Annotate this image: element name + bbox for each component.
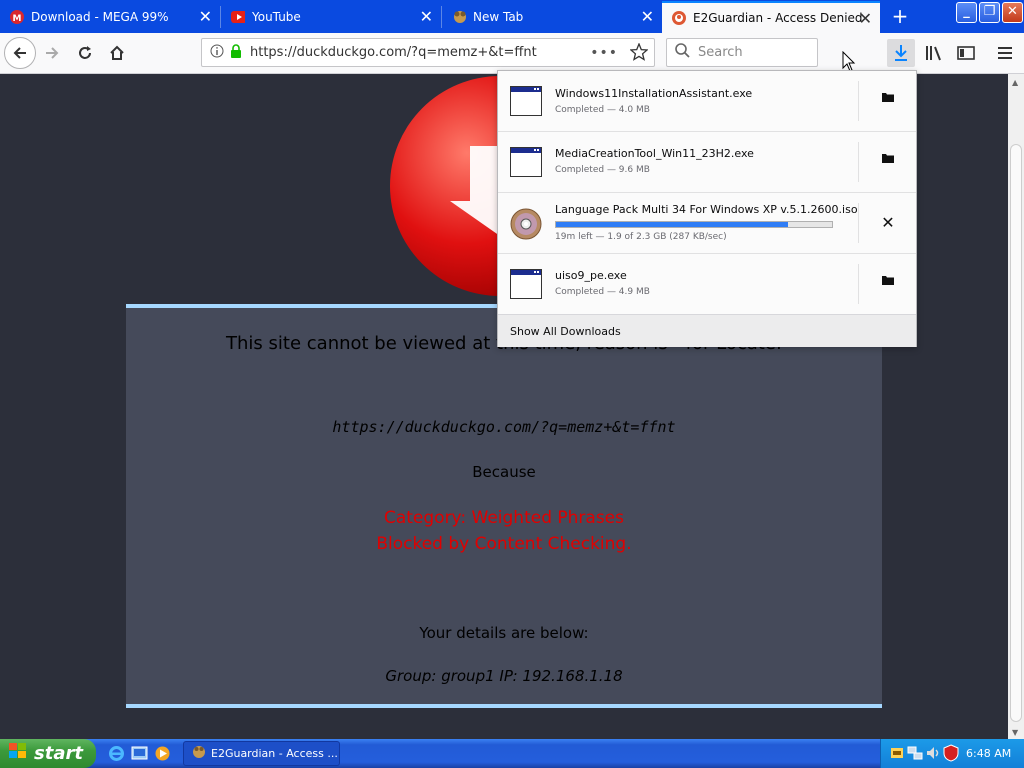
folder-icon[interactable] (878, 274, 898, 294)
volume-icon[interactable] (925, 745, 941, 764)
search-icon (675, 43, 690, 62)
tray-app-icon[interactable] (889, 745, 905, 764)
show-desktop-icon[interactable] (131, 745, 148, 766)
download-filename: uiso9_pe.exe (555, 269, 627, 282)
show-all-downloads-button[interactable]: Show All Downloads (498, 314, 916, 347)
tab-strip: M Download - MEGA 99% ✕ YouTube ✕ New Ta… (0, 0, 1024, 33)
hamburger-menu-icon[interactable] (991, 39, 1019, 67)
access-denied-panel: This site cannot be viewed at this time,… (126, 304, 882, 708)
downloads-arrow-icon[interactable] (887, 39, 915, 67)
details-heading: Your details are below: (419, 624, 589, 642)
close-tab-icon[interactable]: ✕ (420, 9, 433, 25)
mega-icon: M (10, 10, 24, 24)
home-icon[interactable] (103, 39, 131, 67)
exe-window-icon (510, 86, 542, 116)
download-filename: MediaCreationTool_Win11_23H2.exe (555, 147, 754, 160)
divider (858, 81, 859, 121)
download-filename: Windows11InstallationAssistant.exe (555, 87, 753, 100)
divider (858, 264, 859, 304)
start-button[interactable]: start (0, 739, 96, 768)
duckduckgo-icon (672, 11, 686, 25)
show-all-label: Show All Downloads (510, 325, 621, 338)
bookmark-star-icon[interactable] (629, 42, 649, 65)
library-icon[interactable] (920, 39, 948, 67)
taskbar-item-label: E2Guardian - Access ... (211, 747, 338, 760)
group-ip-line: Group: group1 IP: 192.168.1.18 (385, 667, 623, 685)
exe-window-icon (510, 269, 542, 299)
tab-title: E2Guardian - Access Denied (693, 11, 863, 25)
start-label: start (34, 743, 83, 764)
download-item-active[interactable]: Language Pack Multi 34 For Windows XP v.… (498, 193, 916, 254)
tab-youtube[interactable]: YouTube ✕ (221, 1, 441, 33)
downloads-panel: Windows11InstallationAssistant.exe Compl… (497, 70, 917, 347)
download-status: Completed — 4.9 MB (555, 287, 650, 297)
divider (858, 142, 859, 182)
download-item[interactable]: MediaCreationTool_Win11_23H2.exe Complet… (498, 132, 916, 193)
url-text: https://duckduckgo.com/?q=memz+&t=ffnt (250, 45, 537, 60)
download-progress-bar (555, 221, 833, 228)
cancel-icon[interactable]: ✕ (878, 213, 898, 233)
lock-icon (230, 43, 242, 62)
info-icon[interactable] (210, 44, 224, 62)
newtab-icon (452, 10, 466, 24)
new-tab-plus-icon[interactable]: + (888, 5, 912, 29)
firefox-window-icon (192, 745, 206, 762)
restore-icon[interactable]: ❐ (979, 2, 1000, 23)
disc-icon (510, 208, 542, 240)
windows-flag-icon (8, 742, 28, 765)
navigation-bar: https://duckduckgo.com/?q=memz+&t=ffnt •… (0, 33, 1024, 74)
tab-mega[interactable]: M Download - MEGA 99% ✕ (0, 1, 220, 33)
exe-window-icon (510, 147, 542, 177)
tab-e2guardian[interactable]: E2Guardian - Access Denied ✕ (662, 1, 880, 33)
internet-explorer-icon[interactable] (108, 745, 125, 766)
taskbar-item-firefox[interactable]: E2Guardian - Access ... (183, 741, 340, 766)
download-status: Completed — 4.0 MB (555, 105, 650, 115)
search-placeholder: Search (698, 45, 743, 60)
taskbar: start E2Guardian - Access ... 6:48 AM (0, 739, 1024, 768)
search-input[interactable]: Search (666, 38, 818, 67)
download-item[interactable]: Windows11InstallationAssistant.exe Compl… (498, 71, 916, 132)
tab-title: YouTube (252, 10, 301, 24)
minimize-icon[interactable]: _ (956, 2, 977, 23)
divider (858, 203, 859, 243)
tab-new-tab[interactable]: New Tab ✕ (442, 1, 662, 33)
download-filename: Language Pack Multi 34 For Windows XP v.… (555, 203, 858, 216)
page-actions-icon[interactable]: ••• (590, 45, 618, 61)
reload-icon[interactable] (71, 39, 99, 67)
url-bar[interactable]: https://duckduckgo.com/?q=memz+&t=ffnt •… (201, 38, 655, 67)
block-reason: Blocked by Content Checking. (376, 534, 632, 554)
system-tray: 6:48 AM (880, 739, 1024, 768)
tab-title: New Tab (473, 10, 524, 24)
scroll-up-icon[interactable]: ▲ (1012, 78, 1018, 87)
tab-title: Download - MEGA 99% (31, 10, 169, 24)
sidebar-icon[interactable] (952, 39, 980, 67)
clock: 6:48 AM (966, 747, 1012, 760)
window-close-icon[interactable]: ✕ (1002, 2, 1023, 23)
blocked-url: https://duckduckgo.com/?q=memz+&t=ffnt (332, 418, 676, 436)
close-tab-icon[interactable]: ✕ (199, 9, 212, 25)
folder-icon[interactable] (878, 152, 898, 172)
forward-arrow-icon[interactable] (38, 39, 66, 67)
security-shield-icon[interactable] (943, 744, 959, 765)
scroll-down-icon[interactable]: ▼ (1012, 728, 1018, 737)
youtube-icon (231, 10, 245, 24)
download-status: Completed — 9.6 MB (555, 165, 650, 175)
download-item[interactable]: uiso9_pe.exe Completed — 4.9 MB (498, 254, 916, 315)
back-arrow-icon[interactable] (4, 37, 36, 69)
media-player-icon[interactable] (154, 745, 171, 766)
download-status: 19m left — 1.9 of 2.3 GB (287 KB/sec) (555, 232, 727, 242)
scrollbar-thumb[interactable] (1010, 144, 1022, 722)
because-label: Because (472, 463, 536, 481)
network-icon[interactable] (907, 745, 923, 764)
block-category: Category: Weighted Phrases (383, 508, 625, 528)
svg-text:M: M (13, 14, 22, 24)
close-tab-icon[interactable]: ✕ (859, 11, 872, 27)
close-tab-icon[interactable]: ✕ (641, 9, 654, 25)
folder-icon[interactable] (878, 91, 898, 111)
